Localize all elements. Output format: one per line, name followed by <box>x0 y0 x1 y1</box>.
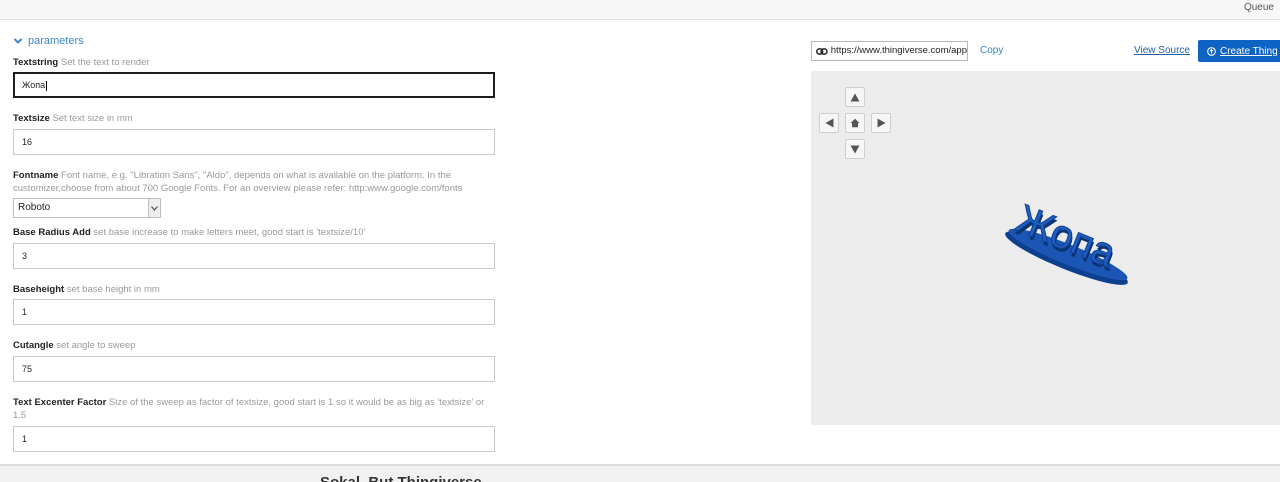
create-thing-button[interactable]: Create Thing <box>1198 40 1280 62</box>
parameters-toggle[interactable]: parameters <box>13 35 84 47</box>
text-excenter-label: Text Excenter Factor Size of the sweep a… <box>13 397 485 421</box>
arrow-right-icon <box>877 118 885 128</box>
parameters-label: parameters <box>28 35 84 47</box>
arrow-left-icon <box>825 118 833 128</box>
baseheight-input[interactable]: 1 <box>13 299 495 325</box>
base-radius-label: Base Radius Add set base increase to mak… <box>13 227 366 238</box>
pan-down-button[interactable] <box>845 139 865 159</box>
queue-link[interactable]: Queue <box>1244 2 1274 13</box>
cutangle-input[interactable]: 75 <box>13 356 495 382</box>
share-url-text: https://www.thingiverse.com/app <box>830 45 967 56</box>
top-bar: Queue <box>0 0 1280 20</box>
pan-up-button[interactable] <box>845 87 865 107</box>
textstring-input[interactable]: Жопа <box>13 72 495 98</box>
arrow-down-icon <box>850 145 860 153</box>
upload-circle-icon <box>1207 46 1216 56</box>
base-radius-input[interactable]: 3 <box>13 243 495 269</box>
arrow-up-icon <box>850 93 860 101</box>
home-view-button[interactable] <box>845 113 865 133</box>
create-thing-label: Create Thing <box>1220 45 1278 57</box>
pan-right-button[interactable] <box>871 113 891 133</box>
fontname-label: Fontname Font name, e.g. "Libration Sans… <box>13 170 463 194</box>
pan-left-button[interactable] <box>819 113 839 133</box>
chevron-down-icon <box>13 38 23 44</box>
textstring-label: Textstring Set the text to render <box>13 57 150 68</box>
view-source-link[interactable]: View Source <box>1134 45 1190 56</box>
share-url-field[interactable]: https://www.thingiverse.com/app <box>811 41 968 61</box>
home-icon <box>850 118 860 128</box>
footer-bar: Sokal, But Thingiverse <box>0 464 1280 482</box>
footer-title: Sokal, But Thingiverse <box>320 474 482 482</box>
fontname-select[interactable]: Roboto <box>13 198 161 218</box>
chevron-down-icon <box>148 199 160 217</box>
text-excenter-input[interactable]: 1 <box>13 426 495 452</box>
textsize-input[interactable]: 16 <box>13 129 495 155</box>
copy-link[interactable]: Copy <box>980 45 1003 56</box>
3d-text-model: Жопа Жопа <box>1005 197 1128 285</box>
link-icon <box>816 47 828 55</box>
baseheight-label: Baseheight set base height in mm <box>13 284 160 295</box>
model-viewer[interactable]: Жопа Жопа <box>811 71 1280 425</box>
cutangle-label: Cutangle set angle to sweep <box>13 340 136 351</box>
textsize-label: Textsize Set text size in mm <box>13 113 133 124</box>
